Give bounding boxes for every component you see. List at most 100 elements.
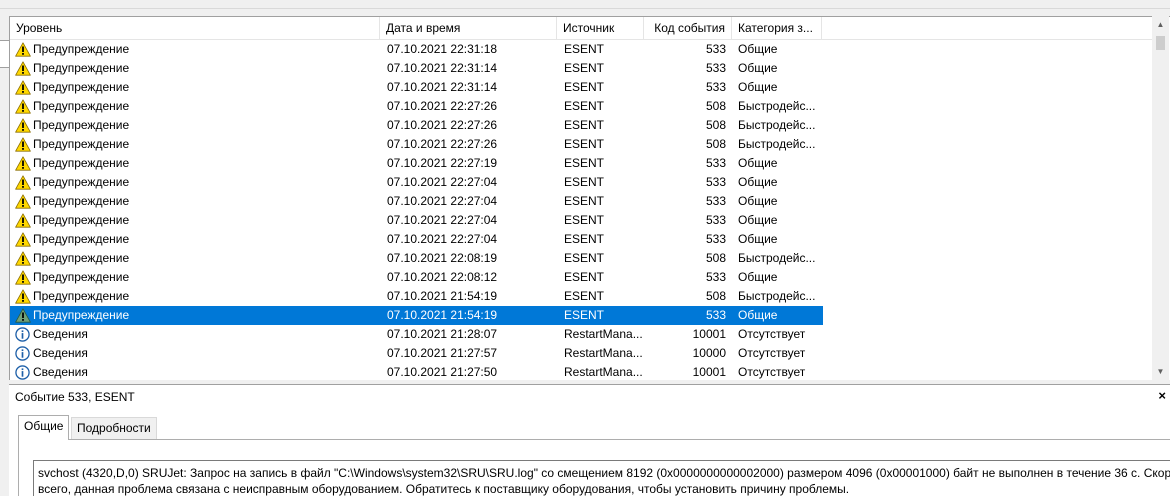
cell-level: Предупреждение	[33, 194, 130, 208]
cell-category: Общие	[738, 42, 778, 56]
cell-level: Предупреждение	[33, 289, 130, 303]
cell-category: Общие	[738, 175, 778, 189]
close-icon[interactable]: ×	[1158, 388, 1166, 403]
cell-category: Общие	[738, 194, 778, 208]
scroll-up-arrow-icon[interactable]: ▲	[1152, 16, 1169, 33]
warning-icon	[15, 175, 31, 190]
table-row[interactable]: Предупреждение 07.10.2021 22:27:26 ESENT 50…	[10, 97, 823, 116]
column-header-row: Уровень Дата и время Источник Код событи…	[10, 17, 1153, 40]
cell-source: ESENT	[564, 213, 605, 227]
vertical-scrollbar[interactable]: ▲ ▼	[1152, 16, 1169, 380]
cell-datetime: 07.10.2021 21:54:19	[387, 289, 498, 303]
cell-datetime: 07.10.2021 21:27:50	[387, 365, 498, 379]
event-message[interactable]: svchost (4320,D,0) SRUJet: Запрос на зап…	[33, 460, 1170, 496]
cell-event-id: 10000	[692, 346, 726, 360]
warning-icon	[15, 118, 31, 133]
table-row[interactable]: Предупреждение 07.10.2021 22:27:04 ESENT 53…	[10, 211, 823, 230]
cell-datetime: 07.10.2021 22:31:14	[387, 80, 498, 94]
scroll-thumb[interactable]	[1156, 36, 1165, 50]
cell-level: Сведения	[33, 327, 88, 341]
cell-datetime: 07.10.2021 22:08:12	[387, 270, 498, 284]
scroll-down-arrow-icon[interactable]: ▼	[1152, 363, 1169, 380]
column-header-datetime[interactable]: Дата и время	[380, 17, 557, 40]
column-header-event-id[interactable]: Код события	[644, 17, 732, 40]
warning-icon	[15, 213, 31, 228]
table-row[interactable]: Предупреждение 07.10.2021 22:27:19 ESENT 53…	[10, 154, 823, 173]
cell-level: Сведения	[33, 365, 88, 379]
cell-datetime: 07.10.2021 21:28:07	[387, 327, 498, 341]
cell-level: Предупреждение	[33, 80, 130, 94]
table-row[interactable]: Предупреждение 07.10.2021 22:31:14 ESENT 53…	[10, 78, 823, 97]
info-icon	[15, 327, 31, 342]
column-header-level[interactable]: Уровень	[10, 17, 380, 40]
cell-category: Общие	[738, 232, 778, 246]
cell-level: Предупреждение	[33, 137, 130, 151]
cell-datetime: 07.10.2021 22:27:04	[387, 232, 498, 246]
details-pane: Общие Подробности svchost (4320,D,0) SRU…	[9, 408, 1170, 496]
table-row[interactable]: Предупреждение 07.10.2021 22:27:26 ESENT 50…	[10, 116, 823, 135]
table-row[interactable]: Предупреждение 07.10.2021 22:31:14 ESENT 53…	[10, 59, 823, 78]
table-row[interactable]: Предупреждение 07.10.2021 21:54:19 ESENT 50…	[10, 287, 823, 306]
cell-datetime: 07.10.2021 22:31:18	[387, 42, 498, 56]
cell-datetime: 07.10.2021 22:27:26	[387, 99, 498, 113]
table-row[interactable]: Сведения 07.10.2021 21:27:57 RestartMana..…	[10, 344, 823, 363]
cell-source: ESENT	[564, 80, 605, 94]
cell-level: Предупреждение	[33, 251, 130, 265]
cell-category: Общие	[738, 80, 778, 94]
cell-event-id: 533	[705, 42, 726, 56]
table-row[interactable]: Предупреждение 07.10.2021 22:27:04 ESENT 53…	[10, 192, 823, 211]
cell-level: Предупреждение	[33, 61, 130, 75]
cell-datetime: 07.10.2021 21:27:57	[387, 346, 498, 360]
cell-source: RestartMana...	[564, 346, 643, 360]
window-top-border	[0, 8, 1170, 9]
table-row[interactable]: Сведения 07.10.2021 21:28:07 RestartMana..…	[10, 325, 823, 344]
cell-category: Быстродейс...	[738, 118, 816, 132]
cell-source: ESENT	[564, 289, 605, 303]
table-row[interactable]: Предупреждение 07.10.2021 22:31:18 ESENT 53…	[10, 40, 823, 59]
warning-icon	[15, 80, 31, 95]
table-row[interactable]: Сведения 07.10.2021 21:27:50 RestartMana..…	[10, 363, 823, 380]
info-icon	[15, 346, 31, 361]
cell-source: ESENT	[564, 251, 605, 265]
column-header-category[interactable]: Категория з...	[732, 17, 822, 40]
cell-datetime: 07.10.2021 22:27:04	[387, 175, 498, 189]
cell-source: ESENT	[564, 194, 605, 208]
details-header: Событие 533, ESENT ×	[9, 384, 1170, 408]
table-row[interactable]: Предупреждение 07.10.2021 22:27:26 ESENT 50…	[10, 135, 823, 154]
cell-category: Отсутствует	[738, 346, 806, 360]
cell-event-id: 533	[705, 175, 726, 189]
cell-category: Общие	[738, 61, 778, 75]
table-row[interactable]: Предупреждение 07.10.2021 22:27:04 ESENT 53…	[10, 230, 823, 249]
cell-event-id: 10001	[692, 365, 726, 379]
cell-source: ESENT	[564, 42, 605, 56]
column-header-source[interactable]: Источник	[557, 17, 644, 40]
table-row[interactable]: Предупреждение 07.10.2021 22:08:19 ESENT 50…	[10, 249, 823, 268]
event-message-line-2: всего, данная проблема связана с неиспра…	[38, 482, 850, 496]
cell-datetime: 07.10.2021 22:08:19	[387, 251, 498, 265]
cell-source: RestartMana...	[564, 365, 643, 379]
cell-datetime: 07.10.2021 22:31:14	[387, 61, 498, 75]
cell-datetime: 07.10.2021 22:27:04	[387, 194, 498, 208]
table-row[interactable]: Предупреждение 07.10.2021 21:54:19 ESENT 53…	[10, 306, 823, 325]
cell-datetime: 07.10.2021 22:27:19	[387, 156, 498, 170]
cell-level: Сведения	[33, 346, 88, 360]
cell-source: RestartMana...	[564, 327, 643, 341]
warning-icon	[15, 42, 31, 57]
cell-event-id: 533	[705, 61, 726, 75]
cell-category: Отсутствует	[738, 327, 806, 341]
event-list[interactable]: Уровень Дата и время Источник Код событи…	[9, 16, 1170, 380]
event-rows: Предупреждение 07.10.2021 22:31:18 ESENT 53…	[10, 40, 1153, 380]
warning-icon	[15, 251, 31, 266]
cell-category: Общие	[738, 156, 778, 170]
warning-icon	[15, 232, 31, 247]
table-row[interactable]: Предупреждение 07.10.2021 22:27:04 ESENT 53…	[10, 173, 823, 192]
cell-event-id: 508	[705, 289, 726, 303]
tab-details[interactable]: Подробности	[71, 417, 157, 440]
cell-level: Предупреждение	[33, 118, 130, 132]
table-row[interactable]: Предупреждение 07.10.2021 22:08:12 ESENT 53…	[10, 268, 823, 287]
cell-level: Предупреждение	[33, 156, 130, 170]
tab-general[interactable]: Общие	[18, 415, 70, 440]
cell-category: Общие	[738, 308, 778, 322]
warning-icon	[15, 194, 31, 209]
warning-icon	[15, 308, 31, 323]
